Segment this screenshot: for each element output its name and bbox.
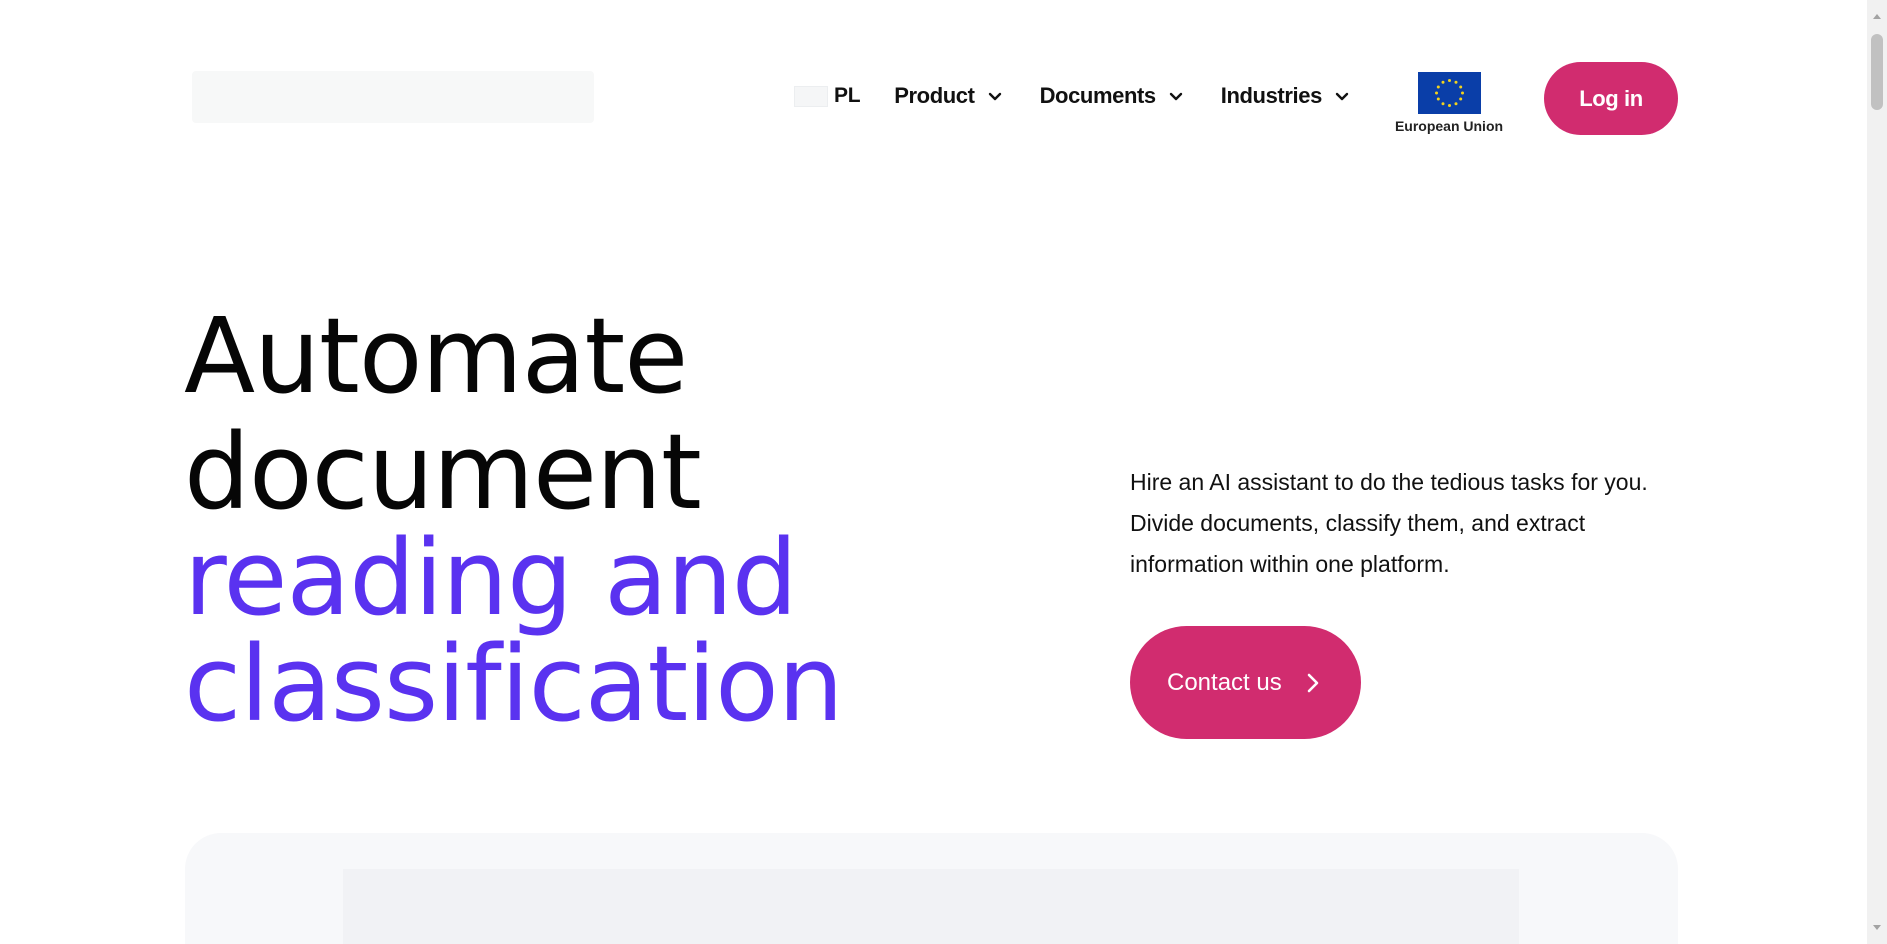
nav-item-industries[interactable]: Industries	[1221, 83, 1349, 109]
nav-item-label: Industries	[1220, 83, 1323, 108]
main-nav: PL Product Documents Industries	[794, 80, 1387, 112]
eu-badge[interactable]: European Union	[1386, 64, 1512, 144]
eu-label: European Union	[1394, 118, 1504, 134]
logo-placeholder[interactable]	[192, 71, 594, 123]
hero-title-highlight: classification	[184, 623, 844, 745]
chevron-down-icon	[1335, 91, 1349, 101]
nav-item-label: Product	[894, 83, 975, 108]
chevron-right-icon	[1307, 673, 1319, 693]
site-header: PL Product Documents Industries European…	[0, 0, 1867, 140]
hero-title: Automate document reading and classifica…	[184, 298, 944, 742]
product-preview-placeholder	[343, 869, 1519, 944]
language-switch[interactable]: PL	[794, 84, 861, 108]
hero-title-highlight: reading and	[184, 517, 798, 639]
contact-us-button[interactable]: Contact us	[1130, 626, 1361, 739]
chevron-down-icon	[988, 91, 1002, 101]
hero-title-line: Automate	[184, 295, 688, 417]
contact-us-label: Contact us	[1167, 668, 1282, 696]
nav-item-documents[interactable]: Documents	[1040, 83, 1183, 109]
scrollbar-thumb[interactable]	[1871, 34, 1883, 110]
hero-title-line: document	[184, 411, 702, 533]
hero-description: Hire an AI assistant to do the tedious t…	[1130, 469, 1648, 577]
eu-flag-icon	[1417, 72, 1481, 114]
language-label: PL	[834, 84, 861, 107]
chevron-down-icon	[1169, 91, 1183, 101]
vertical-scrollbar[interactable]	[1867, 0, 1887, 944]
product-preview-panel	[185, 833, 1678, 944]
scroll-down-icon[interactable]	[1872, 922, 1882, 932]
page: PL Product Documents Industries European…	[0, 0, 1867, 944]
login-button[interactable]: Log in	[1544, 62, 1678, 135]
nav-item-product[interactable]: Product	[894, 83, 1001, 109]
language-flag-icon	[794, 85, 828, 107]
nav-item-label: Documents	[1039, 83, 1157, 108]
scroll-up-icon[interactable]	[1872, 12, 1882, 22]
